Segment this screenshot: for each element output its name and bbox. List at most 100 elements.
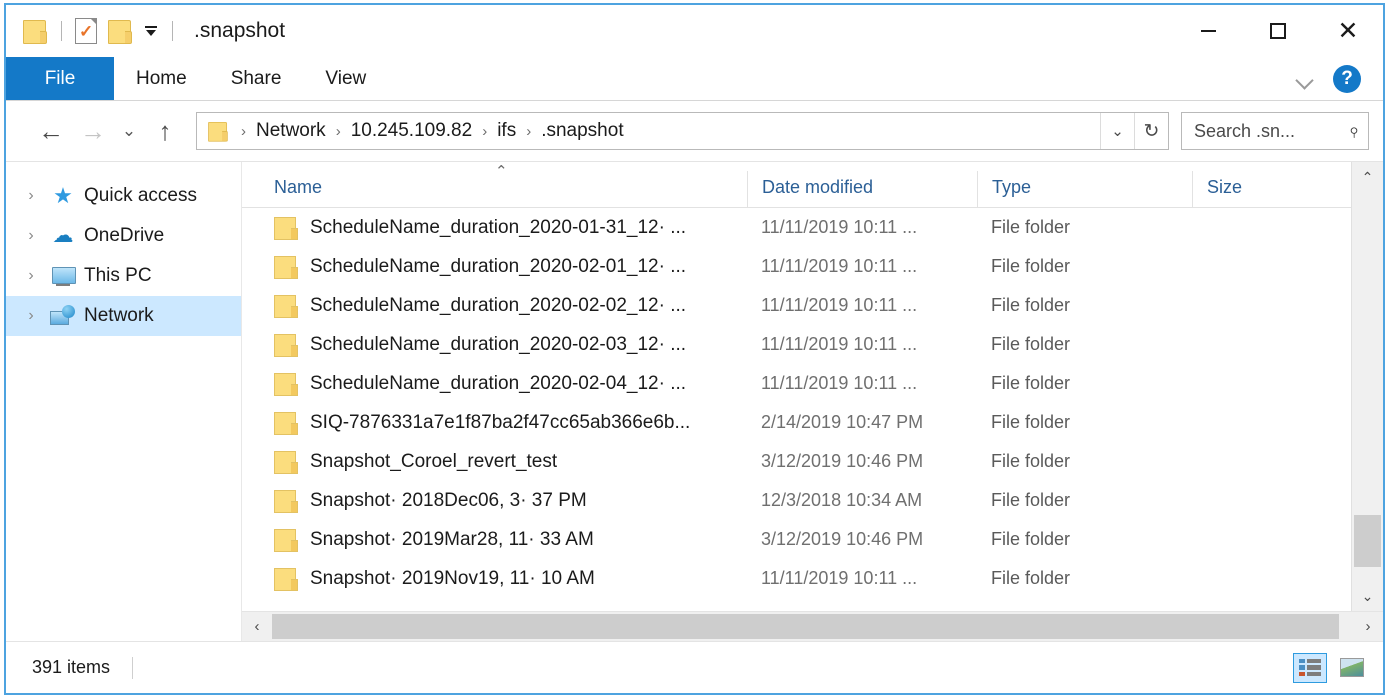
file-name-cell[interactable]: Snapshot· 2019Nov19, 11· 10 AM (242, 568, 747, 591)
tab-home[interactable]: Home (114, 57, 209, 100)
file-name-cell[interactable]: ScheduleName_duration_2020-02-01_12· ... (242, 255, 747, 279)
horizontal-scroll-thumb[interactable] (272, 614, 1339, 639)
sidebar-item-quick-access[interactable]: › ★ Quick access (6, 176, 241, 216)
folder-icon (274, 334, 298, 357)
expand-chevron-icon[interactable]: › (20, 187, 42, 205)
sort-ascending-icon: ⌃ (495, 163, 508, 180)
back-button[interactable]: ← (30, 110, 72, 152)
table-row[interactable]: ScheduleName_duration_2020-01-31_12· ...… (242, 208, 1351, 247)
column-header-type[interactable]: Type (977, 171, 1192, 207)
table-row[interactable]: ScheduleName_duration_2020-02-04_12· ...… (242, 364, 1351, 403)
file-name-cell[interactable]: ScheduleName_duration_2020-02-04_12· ... (242, 373, 747, 396)
close-button[interactable]: ✕ (1313, 5, 1383, 57)
forward-button[interactable]: → (72, 110, 114, 152)
minimize-icon (1200, 30, 1216, 32)
address-dropdown-button[interactable]: ⌄ (1100, 113, 1134, 149)
file-name-label: ScheduleName_duration_2020-02-01_12· ... (310, 255, 687, 277)
expand-chevron-icon[interactable]: › (20, 267, 42, 285)
breadcrumb-separator-2: › (482, 122, 488, 140)
breadcrumb-item-ifs[interactable]: ifs (493, 120, 520, 142)
minimize-button[interactable] (1173, 5, 1243, 57)
recent-locations-button[interactable]: ⌄ (114, 110, 144, 152)
tab-file[interactable]: File (6, 57, 114, 100)
horizontal-scrollbar[interactable]: ‹ › (242, 611, 1383, 641)
scroll-right-button[interactable]: › (1353, 612, 1383, 641)
type-cell: File folder (991, 217, 1071, 237)
up-button[interactable]: ↑ (144, 110, 186, 152)
file-name-label: Snapshot· 2019Mar28, 11· 33 AM (310, 528, 594, 550)
table-row[interactable]: ScheduleName_duration_2020-02-02_12· ...… (242, 286, 1351, 325)
properties-icon[interactable]: ✓ (75, 18, 97, 44)
monitor-icon (50, 264, 76, 288)
breadcrumb-item-host[interactable]: 10.245.109.82 (347, 120, 477, 142)
help-button[interactable]: ? (1333, 65, 1361, 93)
column-header-name[interactable]: Name ⌃ (242, 163, 747, 207)
address-bar: ← → ⌄ ↑ › Network › 10.245.109.82 › ifs … (6, 101, 1383, 161)
type-cell: File folder (991, 490, 1071, 510)
file-name-cell[interactable]: ScheduleName_duration_2020-02-03_12· ... (242, 333, 747, 357)
breadcrumb-separator-0: › (241, 122, 246, 140)
file-name-cell[interactable]: ScheduleName_duration_2020-02-02_12· ... (242, 295, 747, 318)
ribbon-tab-bar: File Home Share View ? (6, 57, 1383, 101)
date-modified-cell: 3/12/2019 10:46 PM (761, 529, 924, 549)
file-name-cell[interactable]: Snapshot· 2018Dec06, 3· 37 PM (242, 490, 747, 513)
scroll-left-button[interactable]: ‹ (242, 612, 272, 641)
customize-dropdown-icon[interactable] (143, 23, 159, 39)
table-row[interactable]: ScheduleName_duration_2020-02-03_12· ...… (242, 325, 1351, 364)
breadcrumb-separator-3: › (526, 122, 532, 140)
date-modified-cell: 11/11/2019 10:11 ... (761, 373, 918, 393)
column-header-size[interactable]: Size (1192, 171, 1351, 207)
ribbon-right-controls: ? (1295, 57, 1375, 101)
folder-icon[interactable] (22, 20, 48, 44)
file-name-cell[interactable]: ScheduleName_duration_2020-01-31_12· ... (242, 217, 747, 240)
refresh-button[interactable]: ↻ (1134, 113, 1168, 149)
breadcrumb-item-snapshot[interactable]: .snapshot (537, 120, 627, 142)
tab-share[interactable]: Share (209, 57, 304, 100)
vertical-scroll-thumb[interactable] (1354, 515, 1381, 567)
scroll-up-button[interactable]: ⌃ (1352, 162, 1383, 192)
file-list-pane: Name ⌃ Date modified Type Size ScheduleN… (242, 162, 1383, 641)
sidebar-item-network[interactable]: › Network (6, 296, 241, 336)
file-name-cell[interactable]: SIQ-7876331a7e1f87ba2f47cc65ab366e6b... (242, 412, 747, 435)
date-modified-cell: 11/11/2019 10:11 ... (761, 295, 918, 315)
large-icons-view-button[interactable] (1335, 652, 1369, 683)
table-row[interactable]: Snapshot· 2018Dec06, 3· 37 PM 12/3/2018 1… (242, 481, 1351, 520)
navigation-pane: › ★ Quick access › ☁ OneDrive › This PC … (6, 162, 242, 641)
view-mode-buttons (1293, 652, 1369, 683)
explorer-body: › ★ Quick access › ☁ OneDrive › This PC … (6, 161, 1383, 641)
tab-view[interactable]: View (303, 57, 388, 100)
maximize-button[interactable] (1243, 5, 1313, 57)
file-name-cell[interactable]: Snapshot· 2019Mar28, 11· 33 AM (242, 528, 747, 552)
column-header-date-modified[interactable]: Date modified (747, 171, 977, 207)
file-name-label: ScheduleName_duration_2020-02-03_12· ... (310, 333, 687, 355)
table-row[interactable]: Snapshot· 2019Mar28, 11· 33 AM 3/12/2019 … (242, 520, 1351, 559)
table-row[interactable]: ScheduleName_duration_2020-02-01_12· ...… (242, 247, 1351, 286)
breadcrumb-item-network[interactable]: Network (252, 120, 330, 142)
table-row[interactable]: SIQ-7876331a7e1f87ba2f47cc65ab366e6b... 2… (242, 403, 1351, 442)
type-cell: File folder (991, 256, 1071, 276)
sidebar-item-label: OneDrive (84, 225, 165, 246)
new-folder-icon[interactable] (107, 20, 133, 44)
search-input[interactable]: Search .sn... ⌕ (1181, 112, 1369, 150)
type-cell: File folder (991, 373, 1071, 393)
breadcrumb[interactable]: › Network › 10.245.109.82 › ifs › .snaps… (196, 112, 1169, 150)
expand-chevron-icon[interactable]: › (20, 307, 42, 325)
file-name-label: Snapshot_Coroel_revert_test (310, 450, 558, 472)
file-rows: ScheduleName_duration_2020-01-31_12· ...… (242, 208, 1351, 611)
file-name-cell[interactable]: Snapshot_Coroel_revert_test (242, 450, 747, 474)
horizontal-scroll-track[interactable] (272, 612, 1353, 641)
chevron-down-icon[interactable] (1295, 72, 1315, 86)
sidebar-item-this-pc[interactable]: › This PC (6, 256, 241, 296)
vertical-scroll-track[interactable] (1352, 192, 1383, 581)
table-row[interactable]: Snapshot_Coroel_revert_test 3/12/2019 10:… (242, 442, 1351, 481)
table-row[interactable]: Snapshot· 2019Nov19, 11· 10 AM 11/11/2019… (242, 559, 1351, 598)
scroll-down-button[interactable]: ⌄ (1352, 581, 1383, 611)
details-view-button[interactable] (1293, 652, 1327, 683)
vertical-scrollbar[interactable]: ⌃ ⌄ (1351, 162, 1383, 611)
network-icon (50, 304, 76, 328)
toolbar-divider-2 (172, 21, 173, 41)
sidebar-item-onedrive[interactable]: › ☁ OneDrive (6, 216, 241, 256)
date-modified-cell: 12/3/2018 10:34 AM (761, 490, 923, 510)
expand-chevron-icon[interactable]: › (20, 227, 42, 245)
sidebar-item-label: Network (84, 305, 154, 326)
